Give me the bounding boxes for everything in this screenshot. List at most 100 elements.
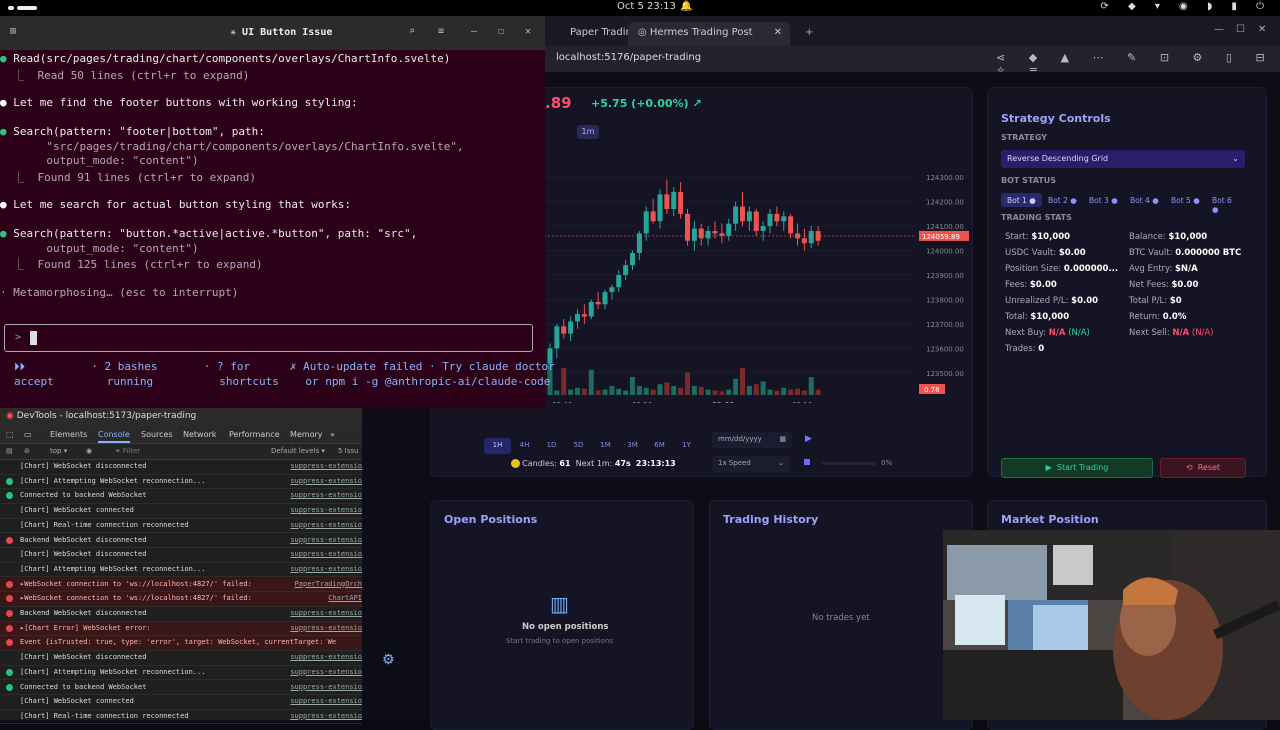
notification-bell-icon[interactable]: 🔔 bbox=[680, 1, 692, 12]
console-log-source-link[interactable]: PaperTradingOrch bbox=[290, 579, 362, 588]
console-log-source-link[interactable]: suppress-extensio bbox=[286, 535, 362, 544]
context-select[interactable]: top ▾ bbox=[50, 447, 67, 455]
console-log-row[interactable]: [Chart] WebSocket disconnected suppress-e… bbox=[0, 548, 362, 563]
console-log-row[interactable]: ▸WebSocket connection to 'ws://localhost… bbox=[0, 592, 362, 607]
reset-button[interactable]: ⟲ Reset bbox=[1160, 458, 1246, 478]
maximize-icon[interactable]: ☐ bbox=[498, 26, 504, 37]
tab-console[interactable]: Console bbox=[98, 430, 130, 443]
play-icon[interactable]: ▶ bbox=[805, 434, 812, 444]
tab-network[interactable]: Network bbox=[183, 430, 216, 439]
console-log-row[interactable]: Backend WebSocket disconnected suppress-e… bbox=[0, 534, 362, 549]
gear-icon[interactable]: ⚙ bbox=[382, 652, 395, 668]
minimize-icon[interactable]: — bbox=[471, 26, 477, 37]
timeframe-6m[interactable]: 6M bbox=[646, 438, 673, 454]
console-log-source-link[interactable]: suppress-extensio bbox=[286, 623, 362, 632]
console-log-row[interactable]: [Chart] Real-time connection reconnected… bbox=[0, 519, 362, 534]
timeframe-1m[interactable]: 1M bbox=[592, 438, 619, 454]
console-log-row[interactable]: [Chart] Attempting WebSocket reconnectio… bbox=[0, 666, 362, 681]
console-log-source-link[interactable]: suppress-extensio bbox=[286, 667, 362, 676]
start-trading-button[interactable]: ▶ Start Trading bbox=[1001, 458, 1153, 478]
strategy-select[interactable]: Reverse Descending Grid ⌄ bbox=[1001, 150, 1245, 168]
close-tab-icon[interactable]: ✕ bbox=[774, 27, 782, 38]
url-field[interactable]: localhost:5176/paper-trading bbox=[556, 52, 701, 63]
chart-timeframe-1m[interactable]: 1m bbox=[577, 125, 599, 139]
stop-icon[interactable] bbox=[804, 459, 810, 465]
workspace-indicator[interactable] bbox=[17, 6, 37, 10]
sidebar-toggle-icon[interactable]: ▤ bbox=[6, 447, 13, 455]
console-log-source-link[interactable]: suppress-extensio bbox=[286, 462, 362, 470]
console-log-source-link[interactable]: suppress-extensio bbox=[286, 520, 362, 529]
bot-6-button[interactable]: Bot 6 ● bbox=[1206, 193, 1245, 214]
console-log-source-link[interactable]: suppress-extensio bbox=[286, 697, 362, 706]
console-log-row[interactable]: [Chart] Real-time connection reconnected… bbox=[0, 710, 362, 725]
clear-console-icon[interactable]: ⊘ bbox=[24, 447, 30, 455]
issues-badge[interactable]: 5 Issu bbox=[338, 447, 358, 455]
console-log-source-link[interactable]: suppress-extensio bbox=[286, 653, 362, 662]
console-log-source-link[interactable]: suppress-extensio bbox=[286, 609, 362, 617]
timeframe-1d[interactable]: 1D bbox=[538, 438, 565, 454]
filter-input[interactable]: ⏷ Filter bbox=[115, 447, 140, 456]
tab-memory[interactable]: Memory bbox=[290, 430, 323, 439]
timeframe-1h[interactable]: 1H bbox=[484, 438, 511, 454]
candlestick-chart[interactable]: 124300.00 124200.00 124100.00 124000.00 1239… bbox=[544, 145, 972, 403]
replay-progress-bar[interactable] bbox=[822, 462, 876, 465]
console-log-row[interactable]: [Chart] Attempting WebSocket reconnectio… bbox=[0, 475, 362, 490]
console-log-row[interactable]: ▸[Chart Error] WebSocket error: suppress-… bbox=[0, 621, 362, 637]
system-tray[interactable]: ⟳ ◆ ▾ ◉ ◗ ▮ ⏻ bbox=[1100, 1, 1272, 12]
console-log-row[interactable]: [Chart] Attempting WebSocket reconnectio… bbox=[0, 563, 362, 578]
console-log-source-link[interactable]: suppress-extensio bbox=[286, 682, 362, 691]
timeframe-3m[interactable]: 3M bbox=[619, 438, 646, 454]
prompt-input[interactable]: > bbox=[4, 324, 533, 352]
more-tabs-icon[interactable]: » bbox=[330, 430, 335, 439]
system-clock[interactable]: Oct 5 23:13 bbox=[617, 1, 676, 12]
eye-icon[interactable]: ◉ bbox=[86, 447, 92, 455]
minimize-window-button[interactable]: — bbox=[1214, 24, 1224, 35]
close-icon[interactable]: ✕ bbox=[525, 26, 531, 37]
levels-select[interactable]: Default levels ▾ bbox=[271, 447, 325, 455]
console-log-text: Connected to backend WebSocket bbox=[20, 491, 147, 500]
activities-indicator[interactable] bbox=[8, 6, 14, 10]
console-log-row[interactable]: [Chart] WebSocket connected suppress-exte… bbox=[0, 695, 362, 710]
console-log-source-link[interactable]: ChartAPI bbox=[324, 594, 362, 603]
date-input[interactable]: mm/dd/yyyy ▦ bbox=[712, 432, 792, 448]
new-tab-button[interactable]: + bbox=[795, 22, 823, 46]
bot-4-button[interactable]: Bot 4 ● bbox=[1124, 193, 1165, 207]
timeframe-4h[interactable]: 4H bbox=[511, 438, 538, 454]
close-window-button[interactable]: ✕ bbox=[1258, 24, 1266, 35]
browser-tab-hermes[interactable]: ◎ Hermes Trading Post ✕ bbox=[628, 22, 790, 46]
stat-value: 0 bbox=[1038, 344, 1045, 354]
tab-performance[interactable]: Performance bbox=[229, 430, 280, 439]
console-log-row[interactable]: [Chart] WebSocket disconnected suppress-e… bbox=[0, 651, 362, 666]
bot-2-button[interactable]: Bot 2 ● bbox=[1042, 193, 1083, 207]
device-toolbar-icon[interactable]: ▭ bbox=[24, 430, 32, 439]
console-log-source-link[interactable]: suppress-extensio bbox=[286, 564, 362, 573]
timeframe-1y[interactable]: 1Y bbox=[673, 438, 700, 454]
new-tab-icon[interactable]: ⊞ bbox=[10, 26, 16, 37]
console-log-source-link[interactable]: suppress-extensio bbox=[286, 476, 362, 485]
console-log-source-link[interactable]: suppress-extensio bbox=[286, 491, 362, 500]
console-log-source-link[interactable]: suppress-extensio bbox=[286, 550, 362, 559]
bot-3-button[interactable]: Bot 3 ● bbox=[1083, 193, 1124, 207]
bot-5-button[interactable]: Bot 5 ● bbox=[1165, 193, 1206, 207]
tab-sources[interactable]: Sources bbox=[141, 430, 173, 439]
search-icon[interactable]: ⌕ bbox=[409, 26, 415, 37]
console-log-row[interactable]: Connected to backend WebSocket suppress-e… bbox=[0, 681, 362, 696]
speed-select[interactable]: 1x Speed ⌄ bbox=[712, 456, 790, 472]
stat-value: $0.00 bbox=[1029, 280, 1057, 290]
bot-1-button[interactable]: Bot 1 ● bbox=[1001, 193, 1042, 207]
menu-icon[interactable]: ≡ bbox=[438, 26, 444, 37]
inspect-icon[interactable]: ⬚ bbox=[6, 430, 14, 439]
console-log-row[interactable]: ▸WebSocket connection to 'ws://localhost… bbox=[0, 577, 362, 593]
console-log-row[interactable]: [Chart] WebSocket disconnected suppress-e… bbox=[0, 460, 362, 475]
devtools-window: ◉ DevTools - localhost:5173/paper-tradin… bbox=[0, 408, 362, 725]
tab-elements[interactable]: Elements bbox=[50, 430, 87, 439]
maximize-window-button[interactable]: ☐ bbox=[1236, 24, 1245, 35]
console-log-source-link[interactable]: suppress-extensio bbox=[286, 506, 362, 515]
timeframe-5d[interactable]: 5D bbox=[565, 438, 592, 454]
console-log-row[interactable]: Connected to backend WebSocket suppress-e… bbox=[0, 489, 362, 504]
console-log-row[interactable]: [Chart] WebSocket connected suppress-exte… bbox=[0, 504, 362, 519]
console-log-row[interactable]: Backend WebSocket disconnected suppress-e… bbox=[0, 607, 362, 622]
volume-bar bbox=[657, 384, 663, 395]
console-log-source-link[interactable]: suppress-extensio bbox=[286, 711, 362, 720]
console-log-row[interactable]: Event {isTrusted: true, type: 'error', t… bbox=[0, 636, 362, 651]
